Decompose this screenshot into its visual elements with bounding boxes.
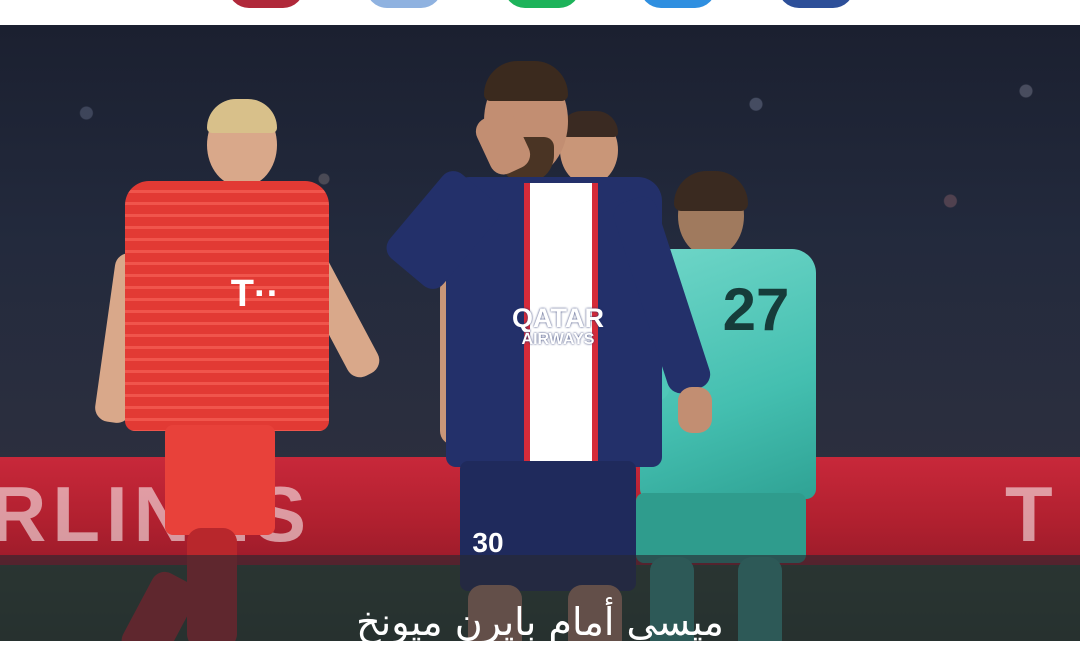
keeper-number: 27 xyxy=(722,276,790,343)
caption-text: ميسي أمام بايرن ميونخ xyxy=(356,600,724,641)
share-button-3[interactable] xyxy=(504,0,580,8)
messi-sponsor-line1: QATAR xyxy=(512,303,604,333)
share-bar xyxy=(0,0,1080,24)
messi-sponsor-line2: AIRWAYS xyxy=(521,331,595,348)
share-button-5[interactable] xyxy=(778,0,854,8)
share-button-4[interactable] xyxy=(640,0,716,8)
bottom-strip xyxy=(0,641,1080,657)
article-photo[interactable]: RLINES T T·· 27 QATAR AIRWAYS 30 ميسي أم… xyxy=(0,25,1080,641)
share-button-1[interactable] xyxy=(228,0,304,8)
board-text-right: T xyxy=(1005,470,1059,558)
bayern-sponsor: T·· xyxy=(230,273,280,315)
share-button-2[interactable] xyxy=(366,0,442,8)
photo-caption: ميسي أمام بايرن ميونخ xyxy=(0,555,1080,641)
